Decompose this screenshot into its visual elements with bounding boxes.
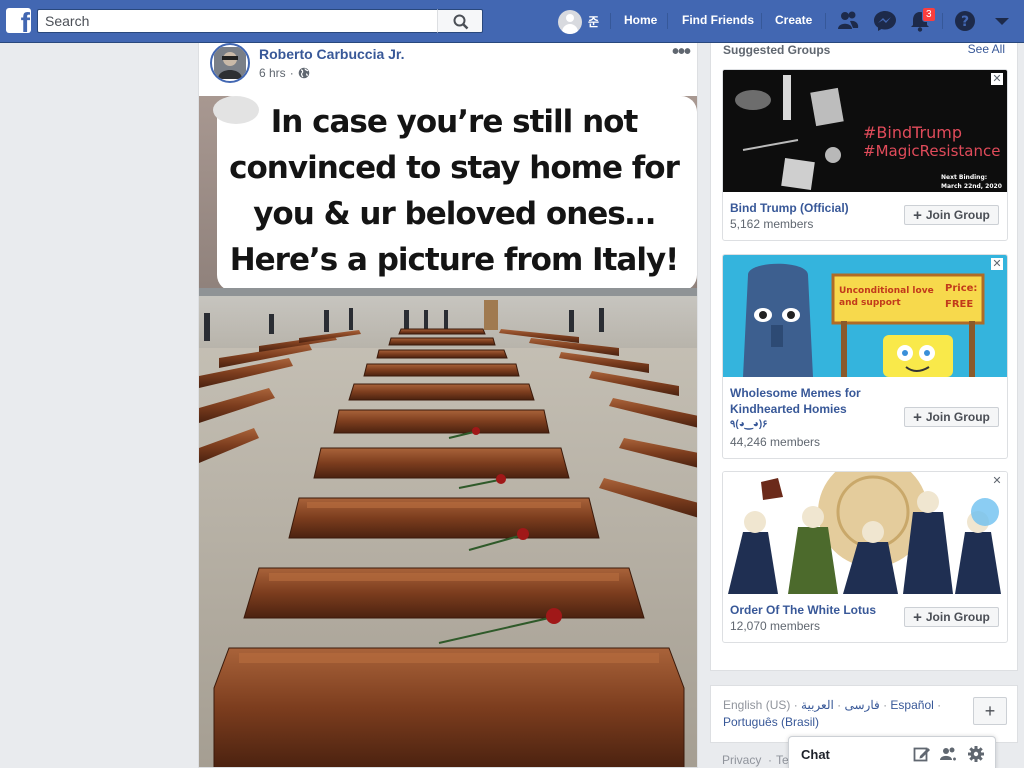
group-card-wholesome-memes[interactable]: Unconditional love and support Price: FR… <box>722 254 1008 459</box>
help-icon[interactable]: ? <box>953 10 977 32</box>
close-icon[interactable]: ✕ <box>991 73 1003 85</box>
group-image-text: #BindTrump <box>863 123 962 142</box>
language-link[interactable]: Português (Brasil) <box>723 715 819 729</box>
post-timestamp[interactable]: 6 hrs <box>259 66 286 80</box>
divider <box>825 13 826 29</box>
language-selector: English (US) · فارسی · العربية · Español… <box>710 685 1018 743</box>
nav-home-link[interactable]: Home <box>624 13 657 27</box>
chat-title: Chat <box>801 747 830 762</box>
current-language: English (US) <box>723 698 791 712</box>
divider <box>942 13 943 29</box>
facebook-logo[interactable]: f <box>6 8 31 33</box>
photo-close-mark: ✕ <box>646 96 673 126</box>
post-options-button[interactable]: ••• <box>672 43 691 64</box>
plus-icon: + <box>913 206 922 224</box>
group-member-count: 5,162 members <box>730 217 814 231</box>
post-author-name[interactable]: Roberto Carbuccia Jr. <box>259 46 405 62</box>
account-menu-icon[interactable] <box>990 10 1014 32</box>
group-member-count: 12,070 members <box>730 619 821 633</box>
language-list: English (US) · فارسی · العربية · Español… <box>723 698 942 712</box>
top-navigation-bar: f 준 Home Find Friends Create <box>0 0 1024 43</box>
group-card-white-lotus[interactable]: ✕ Order Of The White Lotus 12,070 member… <box>722 471 1008 643</box>
plus-icon: + <box>913 408 922 426</box>
avatar <box>558 9 582 34</box>
language-link[interactable]: فارسی <box>845 698 880 712</box>
group-name[interactable]: Bind Trump (Official) <box>730 200 849 216</box>
caption-line: In case you’re still not <box>270 104 639 140</box>
close-icon[interactable]: ✕ <box>991 475 1003 487</box>
group-card-bind-trump[interactable]: #BindTrump #MagicResistance Next Binding… <box>722 69 1008 241</box>
search-icon <box>453 14 469 30</box>
group-cover-image: ✕ <box>723 472 1007 594</box>
group-name-line[interactable]: Wholesome Memes for <box>730 385 861 401</box>
search-input[interactable] <box>37 9 437 33</box>
see-all-link[interactable]: See All <box>968 42 1005 56</box>
suggested-groups-panel: Suggested Groups See All #BindTrump #Mag… <box>710 42 1018 671</box>
group-image-text: and support <box>839 298 901 308</box>
nav-find-friends-link[interactable]: Find Friends <box>682 13 754 27</box>
group-cover-image: #BindTrump #MagicResistance Next Binding… <box>723 70 1007 192</box>
gear-icon[interactable] <box>967 745 985 763</box>
caption-line: convinced to stay home for <box>229 150 680 186</box>
nav-profile-link[interactable]: 준 <box>558 9 599 34</box>
messenger-icon[interactable] <box>873 10 897 32</box>
coffins-photo <box>199 288 697 767</box>
globe-icon[interactable] <box>298 67 310 79</box>
photo-caption-box: In case you’re still not convinced to st… <box>217 96 697 291</box>
privacy-link[interactable]: Privacy <box>722 753 761 767</box>
language-link[interactable]: Español <box>890 698 933 712</box>
notification-count-badge: 3 <box>922 7 936 22</box>
caption-line: you & ur beloved ones… <box>253 196 656 232</box>
join-group-button[interactable]: + Join Group <box>904 607 999 627</box>
separator-dot: · <box>289 66 294 80</box>
caption-line: Here’s a picture from Italy! <box>229 242 680 278</box>
language-list: Português (Brasil) <box>723 715 819 729</box>
nav-create-link[interactable]: Create <box>775 13 812 27</box>
terms-link[interactable]: Te <box>776 753 789 767</box>
plus-icon: + <box>913 608 922 626</box>
divider <box>761 13 762 29</box>
post-meta: 6 hrs · <box>259 66 310 80</box>
photo-story-avatar <box>213 96 259 124</box>
group-name-line[interactable]: Kindhearted Homies <box>730 401 847 417</box>
join-group-label: Join Group <box>925 410 990 424</box>
svg-text:?: ? <box>961 14 969 30</box>
photo-caption-area: In case you’re still not convinced to st… <box>199 96 697 296</box>
group-image-text: FREE <box>945 299 973 310</box>
group-cover-image: Unconditional love and support Price: FR… <box>723 255 1007 377</box>
group-image-text: Next Binding: <box>941 174 987 181</box>
divider <box>610 13 611 29</box>
group-image-text: Price: <box>945 283 977 294</box>
language-link[interactable]: العربية <box>801 698 834 712</box>
join-group-button[interactable]: + Join Group <box>904 205 999 225</box>
post-photo[interactable]: In case you’re still not convinced to st… <box>199 96 697 767</box>
close-icon[interactable]: ✕ <box>991 258 1003 270</box>
group-name-line[interactable]: ٩(◕‿◕)۶ <box>730 417 768 433</box>
suggested-groups-title: Suggested Groups <box>723 43 831 57</box>
divider <box>667 13 668 29</box>
group-image-text: March 22nd, 2020 <box>941 183 1002 190</box>
search-button[interactable] <box>437 9 483 33</box>
group-member-count: 44,246 members <box>730 435 821 449</box>
compose-icon[interactable] <box>913 745 931 763</box>
join-group-label: Join Group <box>925 208 990 222</box>
group-image-text: #MagicResistance <box>863 142 1000 160</box>
friend-requests-icon[interactable] <box>836 10 860 32</box>
new-group-icon[interactable] <box>939 745 957 763</box>
author-avatar[interactable] <box>210 43 250 83</box>
chat-bar[interactable]: Chat <box>788 736 996 768</box>
news-feed-post: Roberto Carbuccia Jr. 6 hrs · ••• In cas… <box>198 43 698 768</box>
group-name[interactable]: Order Of The White Lotus <box>730 602 876 618</box>
join-group-label: Join Group <box>925 610 990 624</box>
footer-separator: · <box>768 753 772 767</box>
group-image-text: Unconditional love <box>839 286 934 296</box>
join-group-button[interactable]: + Join Group <box>904 407 999 427</box>
more-languages-button[interactable]: + <box>973 697 1007 725</box>
profile-name: 준 <box>588 15 600 29</box>
